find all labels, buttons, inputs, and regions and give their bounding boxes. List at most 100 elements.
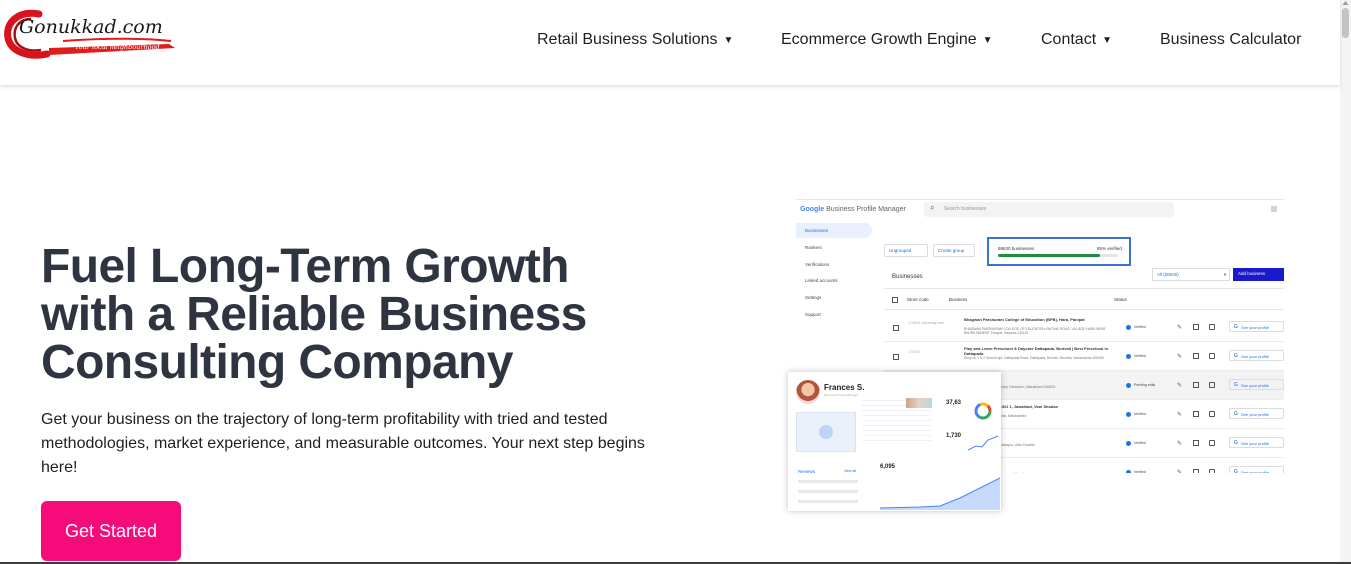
sidebar-item: Linked accounts bbox=[805, 278, 838, 283]
row-status: Verified bbox=[1134, 412, 1146, 416]
scrollbar-thumb[interactable] bbox=[1342, 8, 1349, 38]
table-header: Store code Business Status bbox=[884, 288, 1284, 310]
sidebar-item: Rankers bbox=[805, 245, 822, 250]
see-profile-button: G See your profile bbox=[1229, 379, 1284, 390]
col-status: Status bbox=[1114, 297, 1127, 302]
see-profile-button: G See your profile bbox=[1229, 350, 1284, 361]
verified-progress-fill bbox=[998, 254, 1100, 257]
site-header: Gonukkad.com Your local neighbourhood Re… bbox=[0, 0, 1340, 85]
google-g-icon: G bbox=[1234, 469, 1238, 473]
row-status: Verified bbox=[1134, 354, 1146, 358]
logo-tagline: Your local neighbourhood bbox=[75, 43, 160, 51]
group-select: Ungrouped bbox=[884, 244, 928, 257]
apps-grid-icon bbox=[1271, 206, 1277, 212]
google-g-icon: G bbox=[1234, 382, 1238, 388]
review-icon bbox=[1209, 440, 1215, 446]
hero-title: Fuel Long-Term Growth with a Reliable Bu… bbox=[41, 243, 661, 387]
edit-pencil-icon: ✎ bbox=[1177, 412, 1183, 418]
see-profile-label: See your profile bbox=[1241, 325, 1270, 330]
post-icon bbox=[1193, 324, 1199, 330]
mock-search-bar: ⌕ Search businesses bbox=[924, 202, 1174, 217]
row-business-address: BHAGWAN PARSHURAM COLLEGE OF EDUCATION K… bbox=[964, 327, 1106, 335]
row-status: Verified bbox=[1134, 325, 1146, 329]
logo-brand: Gonukkad.com bbox=[19, 16, 163, 38]
nav-contact[interactable]: Contact ▼ bbox=[1041, 31, 1112, 49]
nav-business-calculator[interactable]: Business Calculator bbox=[1160, 31, 1301, 49]
row-store-code: 174570 bbox=[908, 350, 920, 354]
app-name: Business Profile Manager bbox=[826, 206, 906, 213]
nav-ecommerce-growth-engine[interactable]: Ecommerce Growth Engine ▼ bbox=[781, 31, 993, 49]
filter-select: All (58630) ▼ bbox=[1152, 268, 1230, 281]
google-g-icon: G bbox=[1234, 411, 1238, 417]
see-profile-label: See your profile bbox=[1241, 470, 1270, 473]
status-check-icon bbox=[1126, 412, 1131, 417]
caret-down-icon: ▼ bbox=[723, 35, 734, 46]
profile-dashboard-card: Frances S. Business Profile Manager 37,6… bbox=[788, 372, 1001, 511]
scroll-up-arrow-icon[interactable] bbox=[1342, 0, 1349, 6]
google-g-icon: G bbox=[1234, 353, 1238, 359]
see-profile-label: See your profile bbox=[1241, 383, 1270, 388]
row-checkbox bbox=[893, 325, 899, 331]
status-check-icon bbox=[1126, 441, 1131, 446]
hero-title-line: Fuel Long-Term Growth bbox=[41, 240, 569, 293]
stat-searches: 6,095 bbox=[880, 464, 896, 470]
review-line bbox=[798, 480, 858, 483]
review-line bbox=[798, 500, 858, 503]
row-status: Verified bbox=[1134, 441, 1146, 445]
page-scrollbar[interactable] bbox=[1340, 0, 1351, 564]
nav-retail-business-solutions[interactable]: Retail Business Solutions ▼ bbox=[537, 31, 733, 49]
review-icon bbox=[1209, 469, 1215, 473]
see-profile-button: G See your profile bbox=[1229, 408, 1284, 419]
area-chart-icon bbox=[880, 477, 1000, 510]
nav-label: Business Calculator bbox=[1160, 31, 1302, 48]
post-icon bbox=[1193, 440, 1199, 446]
edit-pencil-icon: ✎ bbox=[1177, 383, 1183, 389]
google-logo-text: Google bbox=[800, 206, 825, 213]
row-status: Verified bbox=[1134, 470, 1146, 473]
add-business-button: Add business bbox=[1233, 268, 1284, 281]
see-profile-button: G See your profile bbox=[1229, 321, 1284, 332]
sidebar-item: Settings bbox=[805, 295, 822, 300]
section-title: Businesses bbox=[892, 274, 923, 280]
nav-label: Ecommerce Growth Engine bbox=[781, 31, 977, 48]
edit-pencil-icon: ✎ bbox=[1177, 354, 1183, 360]
edit-pencil-icon: ✎ bbox=[1177, 325, 1183, 331]
caret-down-icon: ▼ bbox=[1102, 35, 1113, 46]
row-store-code: 17461E University cafe bbox=[908, 321, 944, 325]
row-business-name: Play and Learn Preschool & Daycare Datta… bbox=[964, 346, 1109, 356]
col-business: Business bbox=[949, 297, 968, 302]
mini-line-chart-icon bbox=[968, 435, 998, 451]
google-g-icon: G bbox=[1234, 440, 1238, 446]
profile-avatar bbox=[796, 380, 820, 404]
count-label: 58630 businesses bbox=[998, 246, 1035, 251]
google-g-icon: G bbox=[1234, 324, 1238, 330]
stat-calls: 1,730 bbox=[946, 433, 962, 439]
site-logo[interactable]: Gonukkad.com Your local neighbourhood bbox=[3, 8, 175, 60]
google-wordmark: Google Business Profile Manager bbox=[800, 206, 906, 213]
status-check-icon bbox=[1126, 470, 1131, 473]
post-icon bbox=[1193, 382, 1199, 388]
create-group-button: Create group bbox=[933, 244, 975, 257]
profile-photo-strip bbox=[906, 398, 932, 408]
status-check-icon bbox=[1126, 325, 1131, 330]
sidebar-item: Businesses bbox=[805, 228, 829, 233]
add-business-label: Add business bbox=[1238, 271, 1266, 276]
row-business-name: Bhagwan Parshuram College of Education (… bbox=[964, 317, 1085, 322]
verified-label: 85% verified bbox=[1097, 246, 1122, 251]
filter-label: All (58630) bbox=[1157, 272, 1179, 277]
hero-title-line: with a Reliable Business bbox=[41, 288, 587, 341]
review-icon bbox=[1209, 353, 1215, 359]
review-icon bbox=[1209, 411, 1215, 417]
see-profile-button: G See your profile bbox=[1229, 466, 1284, 473]
group-select-label: Ungrouped bbox=[889, 248, 912, 253]
row-checkbox bbox=[893, 354, 899, 360]
see-profile-label: See your profile bbox=[1241, 354, 1270, 359]
hero-title-line: Consulting Company bbox=[41, 336, 513, 389]
status-check-icon bbox=[1126, 383, 1131, 388]
select-all-checkbox bbox=[892, 297, 898, 303]
row-status: Pending edits bbox=[1134, 383, 1156, 387]
edit-pencil-icon: ✎ bbox=[1177, 470, 1183, 473]
get-started-button[interactable]: Get Started bbox=[41, 501, 181, 561]
caret-down-icon: ▼ bbox=[982, 35, 993, 46]
search-icon: ⌕ bbox=[930, 203, 935, 212]
